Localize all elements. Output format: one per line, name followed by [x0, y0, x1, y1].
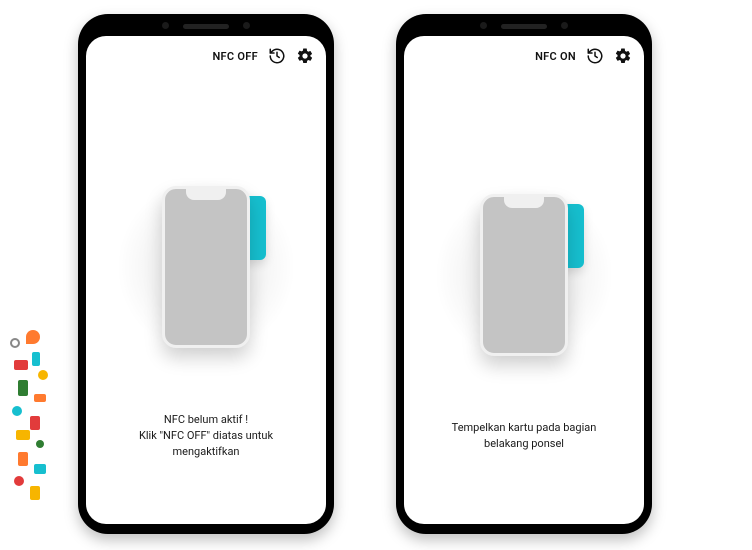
- top-bar: NFC ON: [404, 36, 644, 70]
- history-icon[interactable]: [268, 47, 286, 65]
- nfc-toggle[interactable]: NFC ON: [535, 50, 576, 63]
- history-icon[interactable]: [586, 47, 604, 65]
- status-caption: NFC belum aktif ! Klik "NFC OFF" diatas …: [86, 412, 326, 460]
- status-caption: Tempelkan kartu pada bagian belakang pon…: [430, 420, 619, 452]
- phone-outline-icon: [480, 194, 568, 356]
- nfc-illustration: [424, 160, 624, 390]
- camera-dot-icon: [480, 22, 487, 29]
- caption-line-2: Klik "NFC OFF" diatas untuk mengaktifkan: [108, 428, 304, 460]
- caption-line-2: belakang ponsel: [452, 436, 597, 452]
- nfc-illustration: [106, 152, 306, 382]
- gear-icon[interactable]: [614, 47, 632, 65]
- camera-dot-icon: [561, 22, 568, 29]
- screen-right: NFC ON Tempelkan kartu pada bagian belak…: [404, 36, 644, 524]
- top-bar: NFC OFF: [86, 36, 326, 70]
- caption-line-1: Tempelkan kartu pada bagian: [452, 420, 597, 436]
- nfc-toggle[interactable]: NFC OFF: [212, 50, 258, 63]
- phone-pair: NFC OFF NFC belum aktif ! Klik "NFC OFF"…: [0, 0, 752, 534]
- content-area: Tempelkan kartu pada bagian belakang pon…: [404, 70, 644, 524]
- device-frame-left: NFC OFF NFC belum aktif ! Klik "NFC OFF"…: [78, 14, 334, 534]
- device-frame-right: NFC ON Tempelkan kartu pada bagian belak…: [396, 14, 652, 534]
- gear-icon[interactable]: [296, 47, 314, 65]
- content-area: NFC belum aktif ! Klik "NFC OFF" diatas …: [86, 70, 326, 524]
- camera-dot-icon: [243, 22, 250, 29]
- phone-outline-icon: [162, 186, 250, 348]
- caption-line-1: NFC belum aktif !: [108, 412, 304, 428]
- camera-dot-icon: [162, 22, 169, 29]
- screen-left: NFC OFF NFC belum aktif ! Klik "NFC OFF"…: [86, 36, 326, 524]
